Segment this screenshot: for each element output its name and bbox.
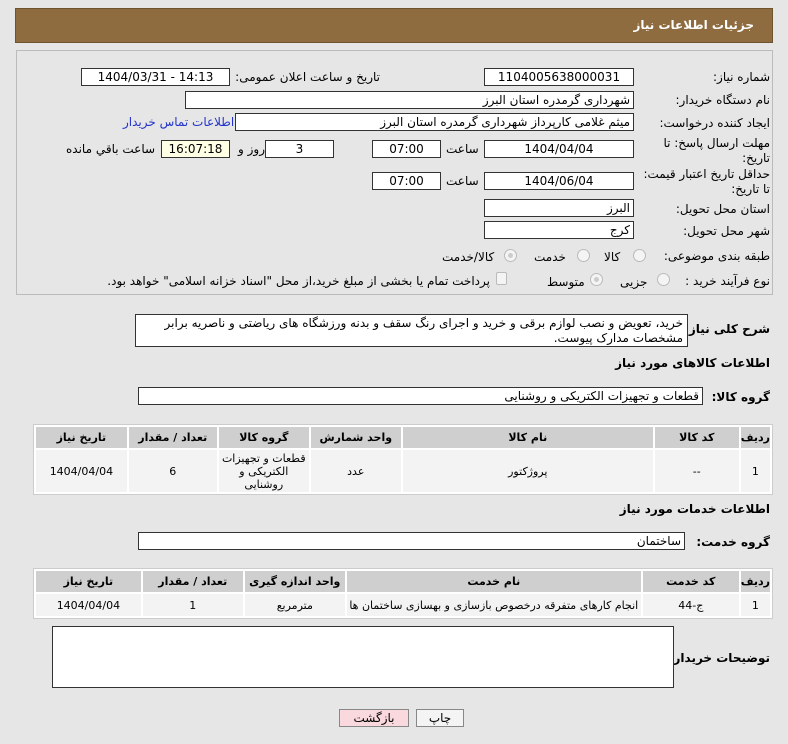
services-section-title: اطلاعات خدمات مورد نیاز [619,502,770,516]
remaining-label: ساعت باقي مانده [66,142,156,156]
cell-name: انجام کارهای متفرقه درخصوص بازسازی و بهس… [346,594,641,616]
page: جزئیات اطلاعات نیاز شماره نیاز: 11040056… [0,0,788,744]
col-row: ردیف [740,427,770,448]
col-unit: واحد شمارش [310,427,401,448]
cell-unit: عدد [310,450,401,492]
cell-group: قطعات و تجهیزات الکتریکی و روشنایی [218,450,309,492]
category-radio-service[interactable] [577,249,590,262]
category-radio-goods-service[interactable] [504,249,517,262]
remaining-time-field: 16:07:18 [161,140,230,158]
table-header-row: ردیف کد خدمت نام خدمت واحد اندازه گیری ت… [36,571,770,592]
description-label: شرح کلی نیاز: [684,322,770,336]
cell-row: 1 [740,450,770,492]
creator-label: ایجاد کننده درخواست: [659,116,770,130]
process-radio-medium[interactable] [590,273,603,286]
table-header-row: ردیف کد کالا نام کالا واحد شمارش گروه کا… [36,427,770,448]
category-service-label: خدمت [534,250,566,264]
reply-time-field[interactable]: 07:00 [372,140,441,158]
category-label: طبقه بندی موضوعی: [663,249,770,263]
col-row: ردیف [740,571,770,592]
price-time-label: ساعت [446,174,479,188]
category-radio-goods[interactable] [633,249,646,262]
goods-section-title: اطلاعات کالاهای مورد نیاز [615,356,770,370]
process-label: نوع فرآیند خرید : [685,274,770,288]
cell-unit: مترمربع [244,594,345,616]
payment-note: پرداخت تمام یا بخشی از مبلغ خرید،از محل … [107,274,490,288]
col-code: کد کالا [654,427,739,448]
description-textarea[interactable]: خرید، تعویض و نصب لوازم برقی و خرید و اج… [135,314,688,347]
province-label: استان محل تحویل: [675,202,770,216]
reply-date-field[interactable]: 1404/04/04 [484,140,634,158]
print-button[interactable]: چاپ [416,709,464,727]
price-time-field[interactable]: 07:00 [372,172,441,190]
category-goods-service-label: کالا/خدمت [442,250,495,264]
price-date-field[interactable]: 1404/06/04 [484,172,634,190]
services-table: ردیف کد خدمت نام خدمت واحد اندازه گیری ت… [33,568,773,619]
back-button[interactable]: بازگشت [339,709,409,727]
treasury-payment-checkbox[interactable] [496,272,507,285]
header-bar: جزئیات اطلاعات نیاز [15,8,773,43]
need-number-label: شماره نیاز: [713,70,770,84]
need-number-field[interactable]: 1104005638000031 [484,68,634,86]
table-row: 1 -- پروژکتور عدد قطعات و تجهیزات الکتری… [36,450,770,492]
table-row: 1 ج-44 انجام کارهای متفرقه درخصوص بازساز… [36,594,770,616]
cell-code: -- [654,450,739,492]
col-code: کد خدمت [642,571,739,592]
services-group-field[interactable]: ساختمان [138,532,685,550]
cell-qty: 1 [142,594,243,616]
process-medium-label: متوسط [547,275,585,289]
category-goods-label: کالا [604,250,621,264]
col-group: گروه کالا [218,427,309,448]
reply-deadline-label: مهلت ارسال پاسخ: تا تاریخ: [663,136,770,165]
buyer-contact-link[interactable]: اطلاعات تماس خریدار [123,115,234,129]
cell-code: ج-44 [642,594,739,616]
col-name: نام کالا [402,427,653,448]
announce-field[interactable]: 1404/03/31 - 14:13 [81,68,230,86]
process-radio-minor[interactable] [657,273,670,286]
cell-date: 1404/04/04 [36,450,127,492]
province-field[interactable]: البرز [484,199,634,217]
goods-group-label: گروه کالا: [711,390,770,404]
col-qty: تعداد / مقدار [142,571,243,592]
col-name: نام خدمت [346,571,641,592]
buyer-org-field[interactable]: شهرداری گرمدره استان البرز [185,91,634,109]
services-group-label: گروه خدمت: [696,535,770,549]
creator-field[interactable]: میثم غلامی کارپرداز شهرداری گرمدره استان… [235,113,634,131]
days-field[interactable]: 3 [265,140,334,158]
goods-table: ردیف کد کالا نام کالا واحد شمارش گروه کا… [33,424,773,495]
process-minor-label: جزیی [620,275,648,289]
cell-qty: 6 [128,450,217,492]
col-qty: تعداد / مقدار [128,427,217,448]
goods-group-field[interactable]: قطعات و تجهیزات الکتریکی و روشنایی [138,387,703,405]
col-unit: واحد اندازه گیری [244,571,345,592]
days-label: روز و [238,142,265,156]
buyer-notes-label: توضیحات خریدار: [668,651,770,665]
col-date: تاریخ نیاز [36,571,141,592]
buyer-org-label: نام دستگاه خریدار: [675,93,771,107]
announce-label: تاریخ و ساعت اعلان عمومی: [235,70,380,84]
price-validity-label: حداقل تاریخ اعتبار قیمت: تا تاریخ: [643,167,770,196]
cell-name: پروژکتور [402,450,653,492]
page-title: جزئیات اطلاعات نیاز [633,18,754,32]
col-date: تاریخ نیاز [36,427,127,448]
reply-time-label: ساعت [446,142,479,156]
city-field[interactable]: کرج [484,221,634,239]
cell-date: 1404/04/04 [36,594,141,616]
cell-row: 1 [740,594,770,616]
buyer-notes-textarea[interactable] [52,626,674,688]
city-label: شهر محل تحویل: [683,224,770,238]
